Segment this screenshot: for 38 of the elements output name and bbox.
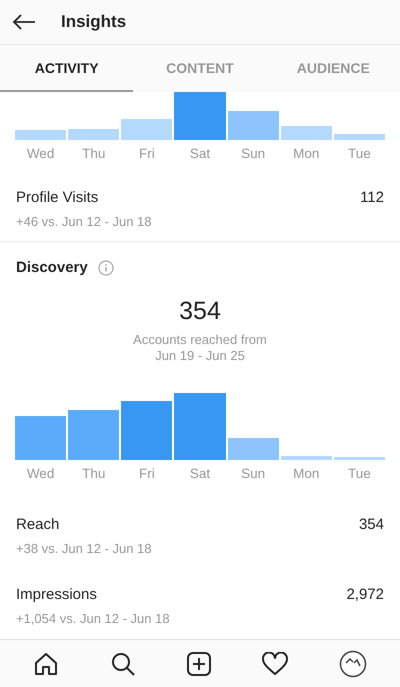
day-label: Sun — [240, 146, 266, 161]
day-label: Thu — [81, 466, 106, 481]
metric-value: 354 — [358, 516, 384, 533]
day-label: Sun — [240, 466, 266, 481]
search-icon[interactable] — [110, 650, 136, 676]
home-icon[interactable] — [33, 650, 60, 676]
day-label: Sat — [188, 146, 212, 161]
metric-value: 2,972 — [346, 586, 384, 603]
screen-title: Insights — [61, 12, 126, 32]
metric-change: +46 vs. Jun 12 - Jun 18 — [16, 214, 153, 229]
metric-change: +1,054 vs. Jun 12 - Jun 18 — [16, 611, 171, 626]
metric-label: Profile Visits — [16, 189, 98, 206]
day-label: Mon — [292, 466, 320, 481]
day-label: Wed — [26, 466, 56, 481]
caption: Jun 19 - Jun 25 — [154, 348, 246, 364]
day-label: Wed — [26, 146, 56, 161]
profile-avatar-icon[interactable] — [338, 650, 367, 678]
add-icon[interactable] — [186, 652, 211, 676]
tab[interactable]: CONTENT — [133, 45, 267, 92]
day-label: Tue — [347, 146, 372, 161]
day-label: Mon — [292, 146, 320, 161]
tab[interactable]: AUDIENCE — [266, 45, 400, 92]
info-icon[interactable] — [98, 260, 114, 276]
day-label: Fri — [138, 466, 156, 481]
day-label: Thu — [81, 146, 106, 161]
metric-label: Impressions — [16, 586, 97, 603]
metric-label: Reach — [16, 516, 60, 533]
day-label: Fri — [138, 146, 156, 161]
tab[interactable]: ACTIVITY — [0, 45, 134, 92]
heart-icon[interactable] — [262, 652, 288, 676]
metric-value: 112 — [360, 189, 384, 206]
section-title: Discovery — [16, 259, 88, 276]
back-arrow-icon[interactable] — [12, 14, 36, 30]
accounts-reached-count: 354 — [178, 297, 222, 326]
metric-change: +38 vs. Jun 12 - Jun 18 — [16, 541, 153, 556]
day-label: Sat — [188, 466, 212, 481]
day-label: Tue — [347, 466, 372, 481]
caption: Accounts reached from — [132, 332, 268, 348]
